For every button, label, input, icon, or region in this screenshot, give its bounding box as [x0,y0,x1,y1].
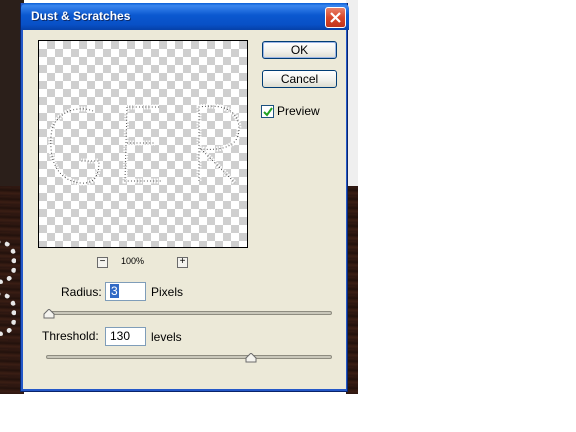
preview-area[interactable] [38,40,248,248]
cancel-button[interactable]: Cancel [262,70,337,88]
zoom-level: 100% [121,256,145,266]
radius-field[interactable]: 3 [105,282,146,301]
checkmark-icon [263,107,273,117]
threshold-field[interactable]: 130 [105,327,146,346]
close-icon [330,12,341,23]
zoom-in-button[interactable]: + [177,257,188,268]
preview-checkbox[interactable] [261,105,274,118]
title-bar[interactable]: Dust & Scratches [21,3,349,30]
dust-and-scratches-dialog: Dust & Scratches − 100% + OK Cancel Prev… [20,3,349,392]
dialog-content: − 100% + OK Cancel Preview Radius: 3 Pix… [24,30,346,389]
threshold-slider[interactable] [46,353,332,363]
ok-button[interactable]: OK [262,41,337,59]
zoom-out-button[interactable]: − [97,257,108,268]
preview-checkbox-label[interactable]: Preview [277,104,320,118]
radius-slider[interactable] [43,309,332,319]
radius-label: Radius: [61,285,102,299]
threshold-unit: levels [151,330,182,344]
radius-unit: Pixels [151,285,184,299]
threshold-label: Threshold: [42,329,99,343]
close-button[interactable] [325,7,346,28]
preview-image [48,103,242,186]
dialog-title: Dust & Scratches [31,9,131,23]
radius-value: 3 [110,284,119,298]
